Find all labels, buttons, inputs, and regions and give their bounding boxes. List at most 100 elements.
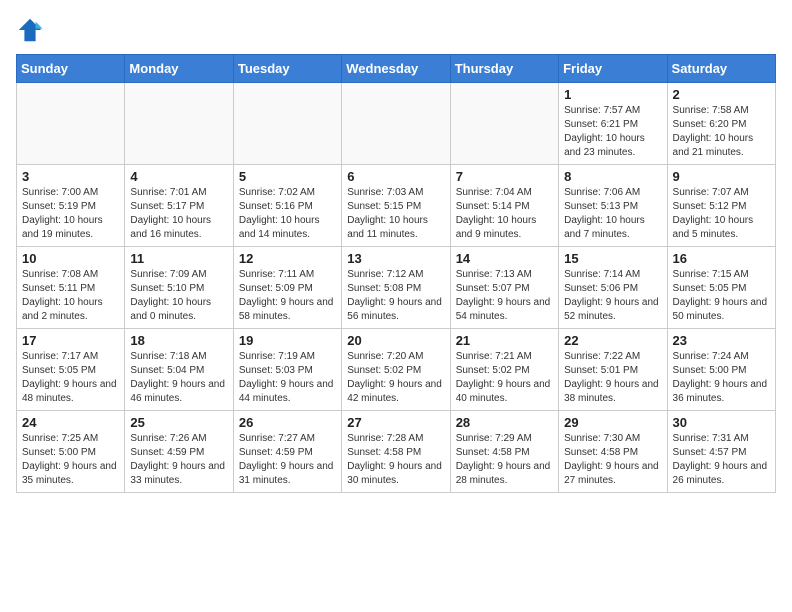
day-number: 11 xyxy=(130,251,227,266)
calendar-cell xyxy=(233,83,341,165)
day-info: Sunrise: 7:57 AM Sunset: 6:21 PM Dayligh… xyxy=(564,104,661,160)
day-number: 15 xyxy=(564,251,661,266)
day-number: 27 xyxy=(347,415,444,430)
calendar-cell: 10 Sunrise: 7:08 AM Sunset: 5:11 PM Dayli… xyxy=(17,247,125,329)
calendar-cell: 3 Sunrise: 7:00 AM Sunset: 5:19 PM Daylig… xyxy=(17,165,125,247)
calendar-cell: 17 Sunrise: 7:17 AM Sunset: 5:05 PM Dayli… xyxy=(17,329,125,411)
day-number: 12 xyxy=(239,251,336,266)
calendar-header-row: SundayMondayTuesdayWednesdayThursdayFrid… xyxy=(17,55,776,83)
day-number: 3 xyxy=(22,169,119,184)
calendar-cell: 4 Sunrise: 7:01 AM Sunset: 5:17 PM Daylig… xyxy=(125,165,233,247)
day-info: Sunrise: 7:11 AM Sunset: 5:09 PM Dayligh… xyxy=(239,268,336,324)
day-info: Sunrise: 7:03 AM Sunset: 5:15 PM Dayligh… xyxy=(347,186,444,242)
logo xyxy=(16,16,48,44)
day-info: Sunrise: 7:00 AM Sunset: 5:19 PM Dayligh… xyxy=(22,186,119,242)
day-info: Sunrise: 7:30 AM Sunset: 4:58 PM Dayligh… xyxy=(564,432,661,488)
calendar-cell: 12 Sunrise: 7:11 AM Sunset: 5:09 PM Dayli… xyxy=(233,247,341,329)
day-number: 22 xyxy=(564,333,661,348)
day-number: 2 xyxy=(673,87,770,102)
day-number: 7 xyxy=(456,169,553,184)
calendar-cell: 11 Sunrise: 7:09 AM Sunset: 5:10 PM Dayli… xyxy=(125,247,233,329)
day-info: Sunrise: 7:04 AM Sunset: 5:14 PM Dayligh… xyxy=(456,186,553,242)
calendar-cell: 5 Sunrise: 7:02 AM Sunset: 5:16 PM Daylig… xyxy=(233,165,341,247)
day-info: Sunrise: 7:01 AM Sunset: 5:17 PM Dayligh… xyxy=(130,186,227,242)
day-info: Sunrise: 7:09 AM Sunset: 5:10 PM Dayligh… xyxy=(130,268,227,324)
calendar-cell: 25 Sunrise: 7:26 AM Sunset: 4:59 PM Dayli… xyxy=(125,411,233,493)
calendar-cell: 1Sunrise: 7:57 AM Sunset: 6:21 PM Daylig… xyxy=(559,83,667,165)
day-info: Sunrise: 7:06 AM Sunset: 5:13 PM Dayligh… xyxy=(564,186,661,242)
day-number: 28 xyxy=(456,415,553,430)
day-info: Sunrise: 7:29 AM Sunset: 4:58 PM Dayligh… xyxy=(456,432,553,488)
calendar-week-3: 10 Sunrise: 7:08 AM Sunset: 5:11 PM Dayli… xyxy=(17,247,776,329)
calendar-cell: 6 Sunrise: 7:03 AM Sunset: 5:15 PM Daylig… xyxy=(342,165,450,247)
day-info: Sunrise: 7:13 AM Sunset: 5:07 PM Dayligh… xyxy=(456,268,553,324)
calendar-cell: 9 Sunrise: 7:07 AM Sunset: 5:12 PM Daylig… xyxy=(667,165,775,247)
weekday-header-friday: Friday xyxy=(559,55,667,83)
day-info: Sunrise: 7:02 AM Sunset: 5:16 PM Dayligh… xyxy=(239,186,336,242)
calendar-cell: 21Sunrise: 7:21 AM Sunset: 5:02 PM Dayli… xyxy=(450,329,558,411)
calendar-week-2: 3 Sunrise: 7:00 AM Sunset: 5:19 PM Daylig… xyxy=(17,165,776,247)
calendar-cell xyxy=(17,83,125,165)
day-info: Sunrise: 7:12 AM Sunset: 5:08 PM Dayligh… xyxy=(347,268,444,324)
day-number: 29 xyxy=(564,415,661,430)
day-number: 8 xyxy=(564,169,661,184)
day-number: 5 xyxy=(239,169,336,184)
calendar-cell: 14 Sunrise: 7:13 AM Sunset: 5:07 PM Dayli… xyxy=(450,247,558,329)
weekday-header-wednesday: Wednesday xyxy=(342,55,450,83)
day-number: 26 xyxy=(239,415,336,430)
day-info: Sunrise: 7:27 AM Sunset: 4:59 PM Dayligh… xyxy=(239,432,336,488)
day-info: Sunrise: 7:08 AM Sunset: 5:11 PM Dayligh… xyxy=(22,268,119,324)
day-number: 9 xyxy=(673,169,770,184)
day-info: Sunrise: 7:26 AM Sunset: 4:59 PM Dayligh… xyxy=(130,432,227,488)
day-info: Sunrise: 7:07 AM Sunset: 5:12 PM Dayligh… xyxy=(673,186,770,242)
day-info: Sunrise: 7:22 AM Sunset: 5:01 PM Dayligh… xyxy=(564,350,661,406)
calendar-cell: 26 Sunrise: 7:27 AM Sunset: 4:59 PM Dayli… xyxy=(233,411,341,493)
calendar-cell: 30 Sunrise: 7:31 AM Sunset: 4:57 PM Dayli… xyxy=(667,411,775,493)
day-number: 10 xyxy=(22,251,119,266)
calendar-week-5: 24Sunrise: 7:25 AM Sunset: 5:00 PM Dayli… xyxy=(17,411,776,493)
day-info: Sunrise: 7:25 AM Sunset: 5:00 PM Dayligh… xyxy=(22,432,119,488)
day-number: 25 xyxy=(130,415,227,430)
weekday-header-thursday: Thursday xyxy=(450,55,558,83)
day-info: Sunrise: 7:19 AM Sunset: 5:03 PM Dayligh… xyxy=(239,350,336,406)
day-number: 6 xyxy=(347,169,444,184)
calendar-cell: 18 Sunrise: 7:18 AM Sunset: 5:04 PM Dayli… xyxy=(125,329,233,411)
day-number: 14 xyxy=(456,251,553,266)
day-info: Sunrise: 7:18 AM Sunset: 5:04 PM Dayligh… xyxy=(130,350,227,406)
calendar-cell: 2 Sunrise: 7:58 AM Sunset: 6:20 PM Daylig… xyxy=(667,83,775,165)
calendar-week-1: 1Sunrise: 7:57 AM Sunset: 6:21 PM Daylig… xyxy=(17,83,776,165)
calendar-table: SundayMondayTuesdayWednesdayThursdayFrid… xyxy=(16,54,776,493)
day-number: 17 xyxy=(22,333,119,348)
day-number: 16 xyxy=(673,251,770,266)
calendar-cell: 28 Sunrise: 7:29 AM Sunset: 4:58 PM Dayli… xyxy=(450,411,558,493)
calendar-cell: 23 Sunrise: 7:24 AM Sunset: 5:00 PM Dayli… xyxy=(667,329,775,411)
day-info: Sunrise: 7:28 AM Sunset: 4:58 PM Dayligh… xyxy=(347,432,444,488)
calendar-cell: 20 Sunrise: 7:20 AM Sunset: 5:02 PM Dayli… xyxy=(342,329,450,411)
calendar-cell: 16 Sunrise: 7:15 AM Sunset: 5:05 PM Dayli… xyxy=(667,247,775,329)
day-number: 19 xyxy=(239,333,336,348)
day-info: Sunrise: 7:58 AM Sunset: 6:20 PM Dayligh… xyxy=(673,104,770,160)
calendar-cell: 22 Sunrise: 7:22 AM Sunset: 5:01 PM Dayli… xyxy=(559,329,667,411)
day-number: 20 xyxy=(347,333,444,348)
day-info: Sunrise: 7:17 AM Sunset: 5:05 PM Dayligh… xyxy=(22,350,119,406)
calendar-cell xyxy=(125,83,233,165)
page-header xyxy=(16,16,776,44)
day-info: Sunrise: 7:15 AM Sunset: 5:05 PM Dayligh… xyxy=(673,268,770,324)
calendar-cell xyxy=(342,83,450,165)
day-info: Sunrise: 7:21 AM Sunset: 5:02 PM Dayligh… xyxy=(456,350,553,406)
calendar-cell: 8 Sunrise: 7:06 AM Sunset: 5:13 PM Daylig… xyxy=(559,165,667,247)
day-number: 4 xyxy=(130,169,227,184)
weekday-header-saturday: Saturday xyxy=(667,55,775,83)
calendar-cell: 15Sunrise: 7:14 AM Sunset: 5:06 PM Dayli… xyxy=(559,247,667,329)
calendar-cell: 24Sunrise: 7:25 AM Sunset: 5:00 PM Dayli… xyxy=(17,411,125,493)
calendar-cell: 13 Sunrise: 7:12 AM Sunset: 5:08 PM Dayli… xyxy=(342,247,450,329)
weekday-header-sunday: Sunday xyxy=(17,55,125,83)
day-number: 30 xyxy=(673,415,770,430)
day-number: 18 xyxy=(130,333,227,348)
day-info: Sunrise: 7:24 AM Sunset: 5:00 PM Dayligh… xyxy=(673,350,770,406)
day-info: Sunrise: 7:20 AM Sunset: 5:02 PM Dayligh… xyxy=(347,350,444,406)
weekday-header-monday: Monday xyxy=(125,55,233,83)
day-number: 13 xyxy=(347,251,444,266)
day-number: 23 xyxy=(673,333,770,348)
day-info: Sunrise: 7:31 AM Sunset: 4:57 PM Dayligh… xyxy=(673,432,770,488)
